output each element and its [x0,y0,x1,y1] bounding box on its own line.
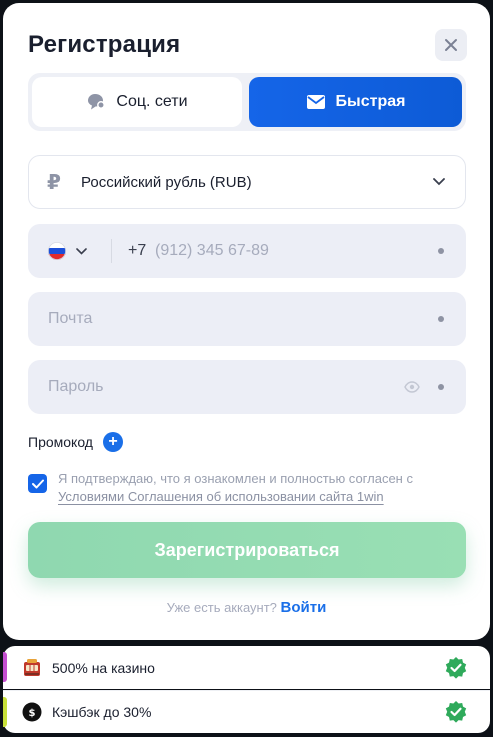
required-indicator [438,248,444,254]
required-indicator [438,316,444,322]
eye-icon[interactable] [404,381,420,393]
register-button[interactable]: Зарегистрироваться [28,522,466,578]
phone-placeholder: (912) 345 67-89 [155,242,269,259]
cashback-coin-icon: $ [21,701,43,723]
verified-badge-icon [445,701,467,723]
bonus-accent [3,652,7,682]
login-prompt: Уже есть аккаунт? [166,600,277,615]
tab-social-label: Соц. сети [116,93,188,110]
chevron-down-icon [76,247,87,255]
divider [111,239,112,263]
promo-label: Промокод [28,434,93,450]
tab-fast[interactable]: Быстрая [249,77,462,127]
registration-tabs: Соц. сети Быстрая [28,73,466,131]
chevron-down-icon [433,178,445,186]
tab-social[interactable]: Соц. сети [32,77,242,127]
agreement-statement: Я подтверждаю, что я ознакомлен и полнос… [58,471,413,486]
modal-title: Регистрация [28,31,181,58]
tab-fast-label: Быстрая [335,93,406,110]
slot-machine-icon [21,657,43,679]
country-select[interactable] [48,242,87,260]
close-icon [445,39,457,51]
agreement-text: Я подтверждаю, что я ознакомлен и полнос… [58,470,468,506]
phone-field[interactable]: +7 (912) 345 67-89 [28,224,466,278]
bonus-cashback-text: Кэшбэк до 30% [52,704,152,720]
password-field[interactable]: Пароль [28,360,466,414]
agreement-checkbox[interactable] [28,474,47,493]
currency-select[interactable]: ₽ Российский рубль (RUB) [28,155,466,209]
password-placeholder: Пароль [48,378,104,395]
plus-icon[interactable]: + [102,432,123,452]
ruble-icon: ₽ [47,171,61,194]
bonus-casino-text: 500% на казино [52,659,155,676]
email-field[interactable]: Почта [28,292,466,346]
bonus-casino: 500% на казино [3,646,490,689]
phone-prefix: +7 [128,242,147,259]
envelope-icon [306,95,325,109]
promo-toggle[interactable]: Промокод + [28,432,123,452]
login-link[interactable]: Войти [281,599,327,616]
russia-flag-icon [48,242,66,260]
login-row: Уже есть аккаунт? Войти [3,599,490,616]
required-indicator [438,384,444,390]
registration-modal: Регистрация Соц. сети Быстрая ₽ Российск… [3,3,490,640]
bonus-accent [3,697,7,727]
bonus-cashback: $ Кэшбэк до 30% [3,690,490,733]
svg-text:$: $ [29,708,36,719]
currency-value: Российский рубль (RUB) [81,173,252,191]
agreement-link[interactable]: Условиями Соглашения об использовании са… [58,489,384,504]
email-placeholder: Почта [48,310,93,327]
checkmark-icon [31,479,44,488]
verified-badge-icon [445,656,467,679]
close-button[interactable] [435,29,467,61]
chat-bubble-icon [88,94,106,110]
